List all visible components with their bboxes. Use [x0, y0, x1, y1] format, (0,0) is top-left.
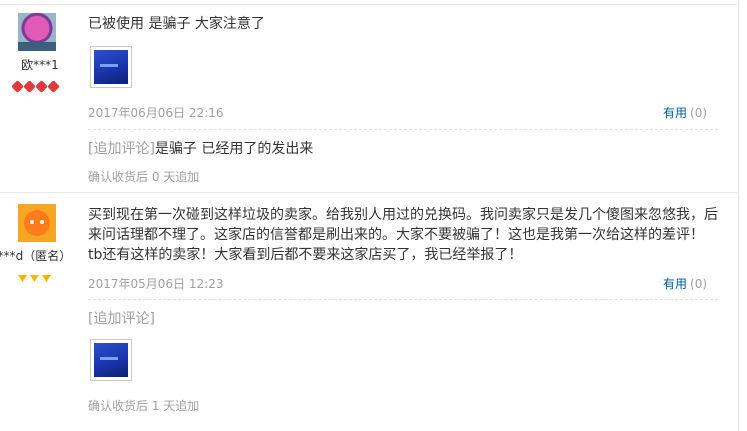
review-date: 2017年05月06日 12:23	[88, 277, 224, 291]
append-review-tag: [追加评论]	[88, 141, 155, 157]
review-content: 买到现在第一次碰到这样垃圾的卖家。给我别人用过的兑换码。我问卖家只是发几个傻图来…	[88, 205, 718, 265]
diamond-badge-icon	[18, 275, 27, 282]
dashed-divider	[88, 129, 718, 130]
reviewer-level-badges	[11, 75, 61, 93]
diamond-badge-icon	[30, 275, 39, 282]
reviewer-name: 欧***1	[21, 58, 59, 72]
review-item: 欧***1 已被使用 是骗子 大家注意了 2017年06月06日 22:16 有…	[0, 4, 737, 193]
append-review-note: 确认收货后 0 天追加	[88, 170, 200, 184]
useful-count: (0)	[690, 277, 708, 291]
scrollbar-track[interactable]	[738, 0, 747, 431]
review-text: 买到现在第一次碰到这样垃圾的卖家。给我别人用过的兑换码。我问卖家只是发几个傻图来…	[88, 207, 718, 263]
heart-badge-icon	[11, 80, 24, 93]
review-photo-thumbnail[interactable]	[90, 46, 132, 88]
append-review: [追加评论]	[88, 308, 155, 328]
review-item: d***d（匿名） 买到现在第一次碰到这样垃圾的卖家。给我别人用过的兑换码。我问…	[0, 193, 737, 431]
append-review: [追加评论]是骗子 已经用了的发出来	[88, 138, 313, 158]
append-review-note: 确认收货后 1 天追加	[88, 399, 200, 413]
avatar-face	[24, 210, 50, 236]
useful-label: 有用	[663, 106, 688, 120]
photo-image	[94, 343, 128, 377]
append-review-tag: [追加评论]	[88, 311, 155, 327]
review-text: 已被使用 是骗子 大家注意了	[88, 16, 265, 32]
useful-label: 有用	[663, 277, 688, 291]
useful-count: (0)	[690, 106, 708, 120]
heart-badge-icon	[23, 80, 36, 93]
anonymous-avatar-icon[interactable]	[18, 204, 56, 242]
useful-button[interactable]: 有用 (0)	[663, 104, 707, 121]
photo-image	[94, 50, 128, 84]
avatar-eye	[30, 220, 34, 224]
diamond-badge-icon	[42, 275, 51, 282]
avatar-eye	[40, 220, 44, 224]
heart-badge-icon	[47, 80, 60, 93]
append-review-text: 是骗子 已经用了的发出来	[154, 141, 314, 157]
reviewer-level-badges	[18, 267, 54, 282]
review-photo-thumbnail[interactable]	[90, 339, 132, 381]
review-content: 已被使用 是骗子 大家注意了	[88, 14, 718, 34]
reviewer-name: d***d（匿名）	[0, 249, 72, 263]
review-date: 2017年06月06日 22:16	[88, 106, 224, 120]
useful-button[interactable]: 有用 (0)	[663, 275, 707, 292]
dashed-divider	[88, 299, 718, 300]
heart-badge-icon	[35, 80, 48, 93]
user-avatar-icon[interactable]	[18, 13, 56, 51]
